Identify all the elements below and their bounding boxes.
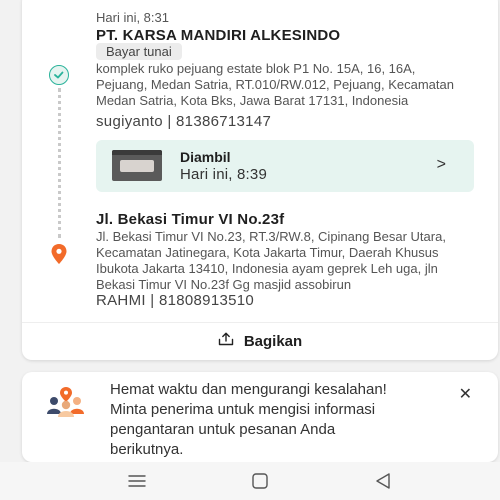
location-pin-icon	[50, 243, 68, 265]
system-navigation-bar	[0, 462, 500, 500]
pickup-time: Hari ini, 8:39	[180, 166, 268, 183]
sender-contact: sugiyanto | 81386713147	[96, 113, 272, 130]
sender-name: PT. KARSA MANDIRI ALKESINDO	[96, 27, 341, 44]
pickup-photo-thumbnail	[112, 150, 162, 181]
payment-badge: Bayar tunai	[96, 43, 182, 60]
back-icon[interactable]	[368, 470, 398, 492]
share-label: Bagikan	[243, 333, 303, 350]
route-dotted-line	[58, 88, 61, 238]
chevron-right-icon: >	[436, 156, 446, 173]
sender-address: komplek ruko pejuang estate blok P1 No. …	[96, 61, 454, 108]
close-icon[interactable]: ✕	[459, 384, 472, 404]
pickup-check-icon	[49, 65, 69, 85]
tip-card: Hemat waktu dan mengurangi kesalahan! Mi…	[22, 372, 498, 462]
share-button[interactable]: Bagikan	[22, 323, 498, 360]
pickup-status-label: Diambil	[180, 149, 231, 165]
recipient-address: Jl. Bekasi Timur VI No.23, RT.3/RW.8, Ci…	[96, 229, 446, 292]
sender-time: Hari ini, 8:31	[96, 10, 169, 25]
recipient-name: Jl. Bekasi Timur VI No.23f	[96, 211, 285, 228]
menu-icon[interactable]	[122, 470, 152, 492]
recipient-contact: RAHMI | 81808913510	[96, 292, 255, 309]
home-icon[interactable]	[245, 470, 275, 492]
tip-message: Hemat waktu dan mengurangi kesalahan! Mi…	[110, 381, 387, 458]
people-pin-icon	[46, 386, 86, 418]
pickup-status-row[interactable]: Diambil Hari ini, 8:39 >	[96, 140, 474, 192]
share-icon	[218, 332, 234, 351]
